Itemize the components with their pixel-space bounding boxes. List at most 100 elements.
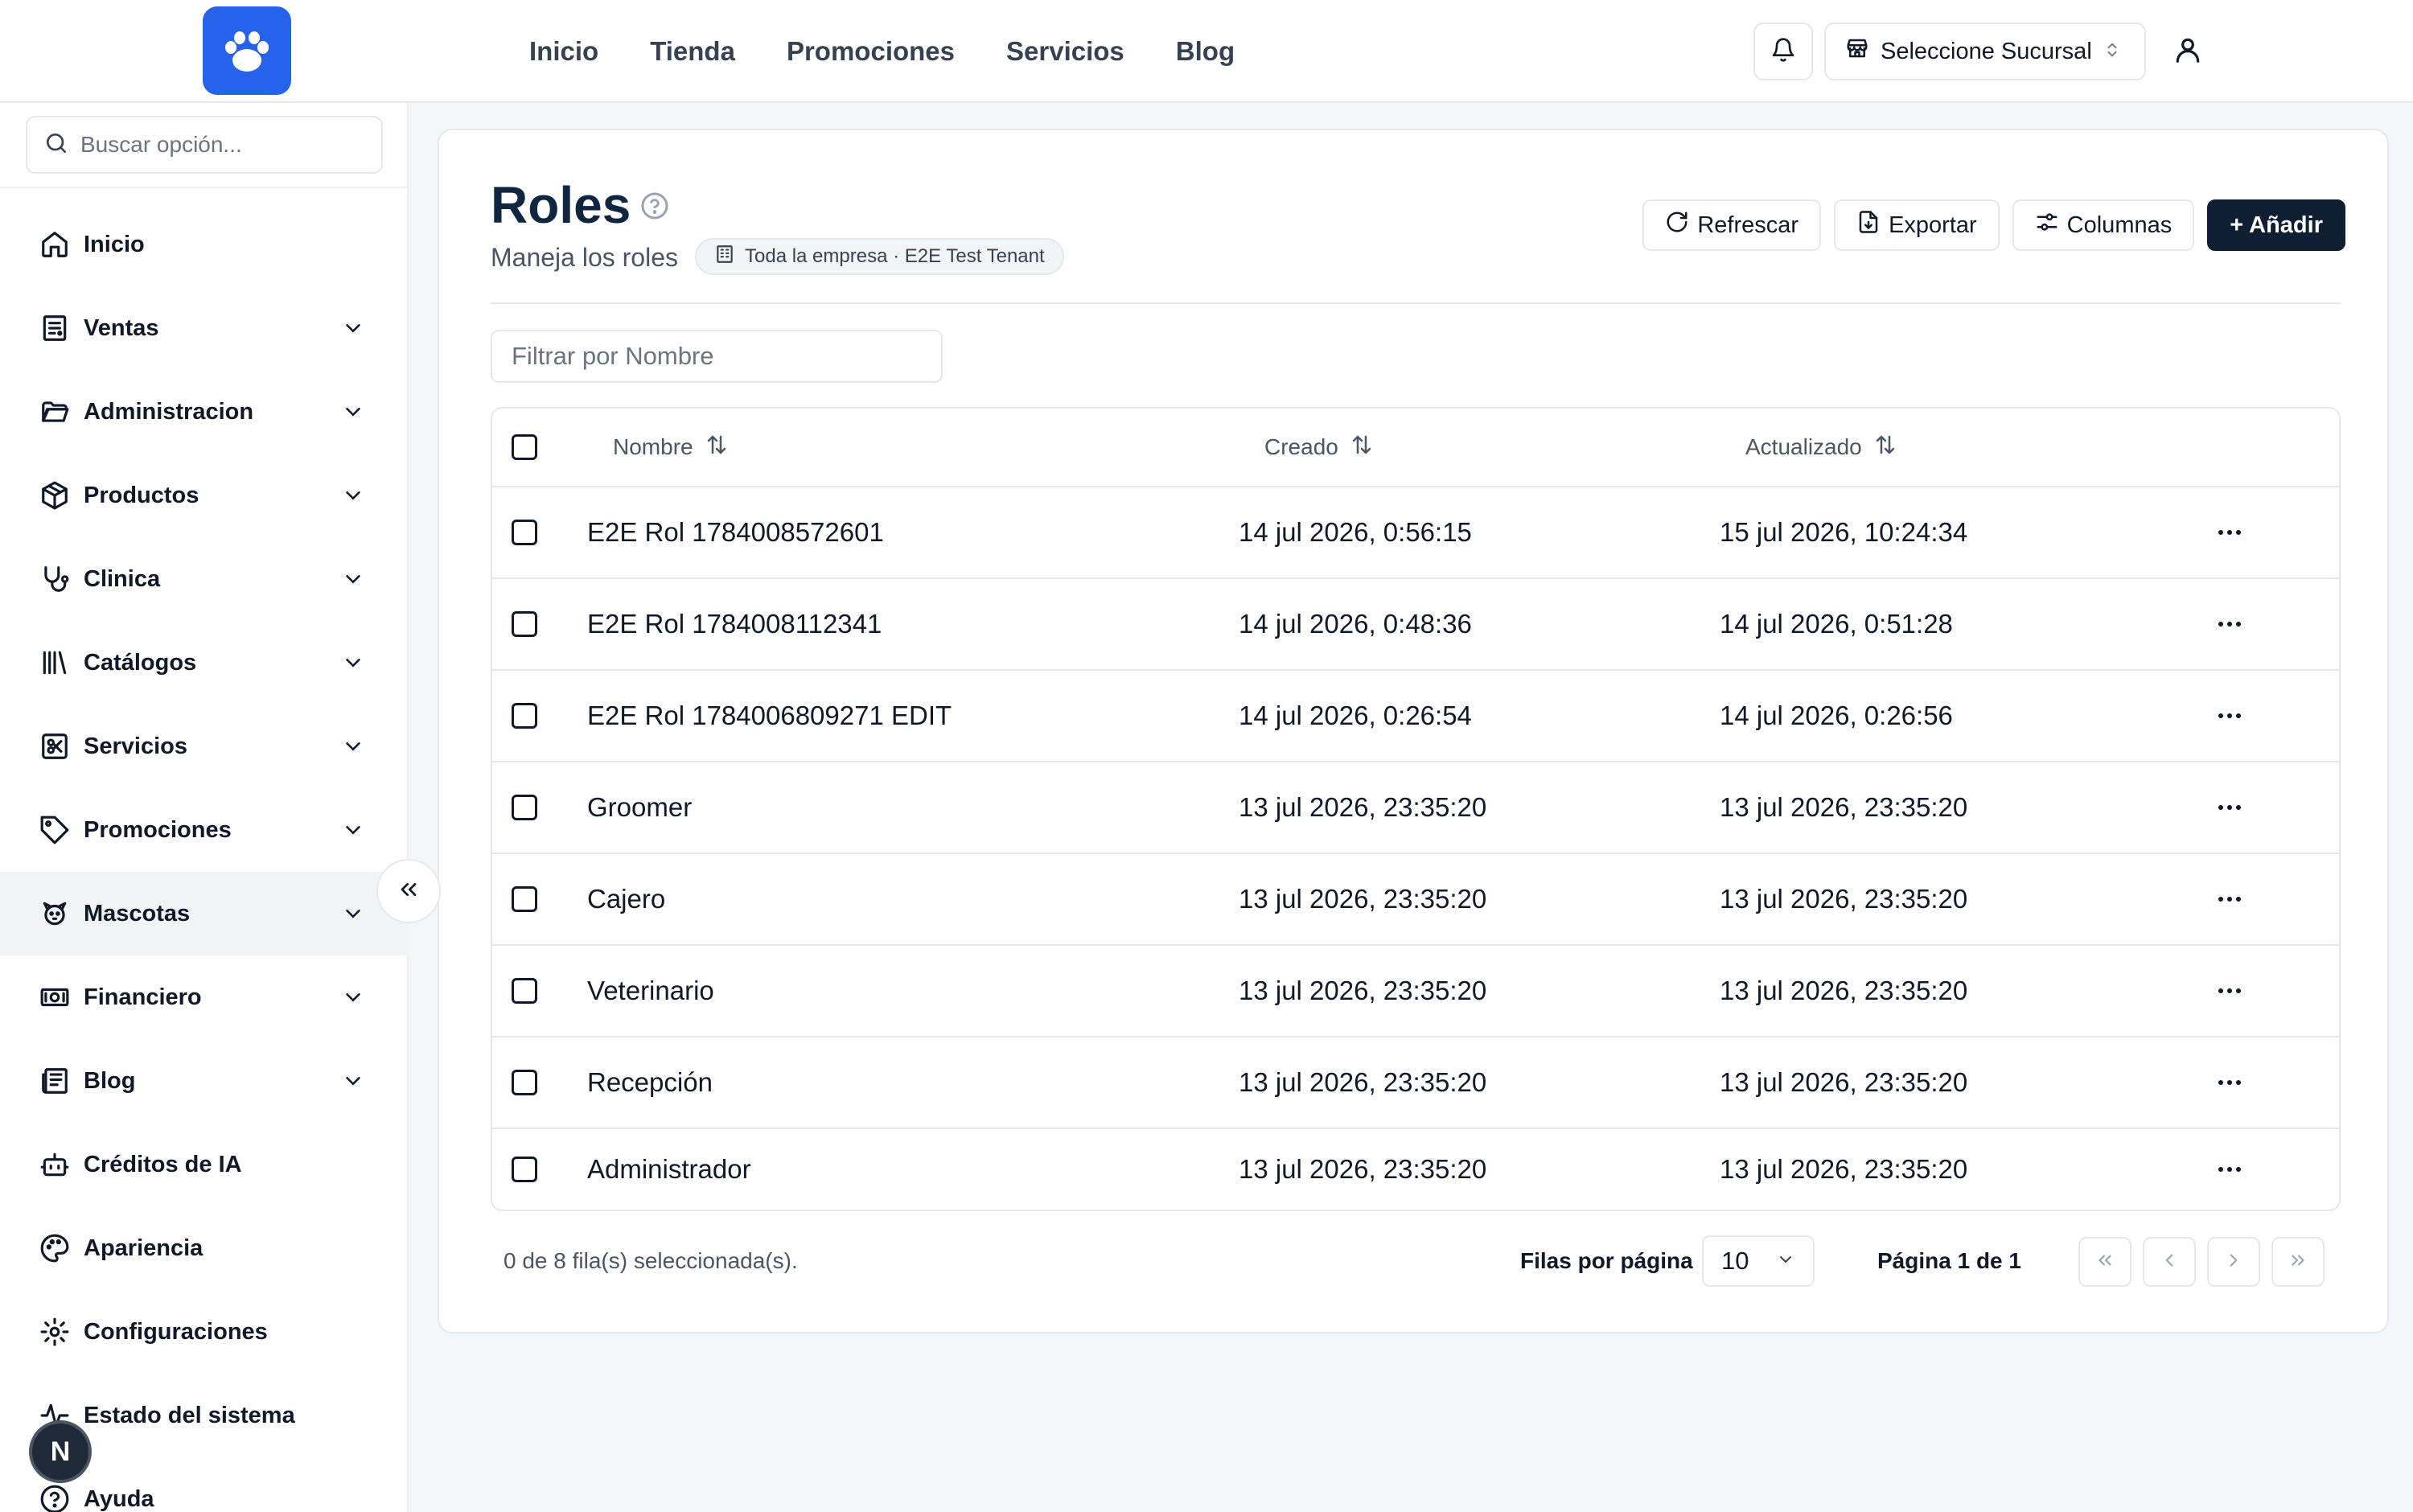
more-horizontal-icon[interactable] xyxy=(2205,608,2254,640)
table-row[interactable]: Groomer 13 jul 2026, 23:35:20 13 jul 2026,… xyxy=(492,762,2339,854)
user-menu-button[interactable] xyxy=(2165,29,2210,74)
table-row[interactable]: E2E Rol 1784008572601 14 jul 2026, 0:56:1… xyxy=(492,487,2339,579)
roles-card: Roles Maneja los roles Toda la empresa ·… xyxy=(438,129,2389,1333)
row-checkbox[interactable] xyxy=(512,611,537,637)
column-header-nombre[interactable]: Nombre xyxy=(613,433,729,462)
table-row[interactable]: Cajero 13 jul 2026, 23:35:20 13 jul 2026, … xyxy=(492,854,2339,946)
sidebar-item-administracion[interactable]: Administracion xyxy=(0,370,409,454)
top-nav-promociones[interactable]: Promociones xyxy=(787,36,955,67)
rows-per-page-select[interactable]: 10 xyxy=(1702,1235,1815,1287)
chevron-left-icon xyxy=(2159,1250,2180,1275)
sort-arrows-icon xyxy=(1350,433,1374,462)
sidebar-item-label: Productos xyxy=(84,482,199,508)
more-horizontal-icon[interactable] xyxy=(2205,700,2254,732)
last-page-button[interactable] xyxy=(2271,1237,2325,1287)
refresh-button[interactable]: Refrescar xyxy=(1642,199,1822,251)
column-header-creado[interactable]: Creado xyxy=(1264,433,1374,462)
more-horizontal-icon[interactable] xyxy=(2205,883,2254,915)
sidebar-item-label: Mascotas xyxy=(84,900,191,927)
table-row[interactable]: E2E Rol 1784008112341 14 jul 2026, 0:48:3… xyxy=(492,579,2339,671)
table-row[interactable]: E2E Rol 1784006809271 EDIT 14 jul 2026, 0… xyxy=(492,671,2339,762)
sidebar-item-label: Administracion xyxy=(84,398,254,425)
chevron-down-icon xyxy=(339,984,367,1011)
sidebar-item-label: Ventas xyxy=(84,314,159,341)
table-row[interactable]: Administrador 13 jul 2026, 23:35:20 13 jul… xyxy=(492,1129,2339,1210)
add-button[interactable]: + Añadir xyxy=(2207,199,2345,251)
cell-creado: 14 jul 2026, 0:56:15 xyxy=(1239,517,1472,547)
columns-button[interactable]: Columnas xyxy=(2012,199,2195,251)
sidebar-item-financiero[interactable]: Financiero xyxy=(0,955,409,1039)
row-checkbox[interactable] xyxy=(512,520,537,545)
help-circle-icon[interactable] xyxy=(640,191,669,220)
branch-selector[interactable]: Seleccione Sucursal xyxy=(1824,23,2146,80)
rows-per-page-value: 10 xyxy=(1721,1247,1749,1275)
tag-icon xyxy=(37,812,72,848)
row-checkbox[interactable] xyxy=(512,1070,537,1095)
chevrons-left-icon xyxy=(2094,1250,2115,1275)
row-checkbox[interactable] xyxy=(512,978,537,1004)
collapse-sidebar-button[interactable] xyxy=(376,859,441,923)
name-filter-input[interactable] xyxy=(491,330,943,383)
sidebar-item-clinica[interactable]: Clinica xyxy=(0,537,409,621)
store-icon xyxy=(1845,36,1869,67)
sidebar-item-inicio[interactable]: Inicio xyxy=(0,203,409,286)
column-header-label: Actualizado xyxy=(1745,434,1862,459)
chevrons-left-icon xyxy=(396,877,421,906)
sidebar-item-label: Configuraciones xyxy=(84,1318,268,1345)
sidebar-item-apariencia[interactable]: Apariencia xyxy=(0,1206,409,1290)
more-horizontal-icon[interactable] xyxy=(2205,1066,2254,1099)
search-icon xyxy=(43,130,69,160)
top-nav-blog[interactable]: Blog xyxy=(1176,36,1235,67)
next-page-button[interactable] xyxy=(2207,1237,2260,1287)
sidebar-item-label: Apariencia xyxy=(84,1235,203,1261)
sidebar-item-catalogos[interactable]: Catálogos xyxy=(0,621,409,705)
chevron-down-icon xyxy=(1776,1247,1795,1276)
chevron-down-icon xyxy=(339,398,367,425)
row-checkbox[interactable] xyxy=(512,703,537,729)
chevron-down-icon xyxy=(339,482,367,509)
select-all-checkbox[interactable] xyxy=(512,434,537,460)
more-horizontal-icon[interactable] xyxy=(2205,1153,2254,1185)
help-circle-icon xyxy=(37,1481,72,1512)
sidebar-search-input[interactable] xyxy=(80,132,370,158)
sidebar-item-mascotas[interactable]: Mascotas xyxy=(0,872,409,955)
sidebar-item-label: Inicio xyxy=(84,231,145,257)
chevrons-up-down-icon xyxy=(2103,39,2121,65)
table-row[interactable]: Veterinario 13 jul 2026, 23:35:20 13 jul 2… xyxy=(492,946,2339,1037)
column-header-label: Nombre xyxy=(613,434,693,459)
dev-tools-badge[interactable]: N xyxy=(29,1420,92,1483)
export-button[interactable]: Exportar xyxy=(1834,199,2000,251)
row-checkbox[interactable] xyxy=(512,1157,537,1182)
first-page-button[interactable] xyxy=(2078,1237,2131,1287)
top-nav-tienda[interactable]: Tienda xyxy=(650,36,735,67)
sidebar-item-creditos-ia[interactable]: Créditos de IA xyxy=(0,1123,409,1206)
sidebar-item-configuraciones[interactable]: Configuraciones xyxy=(0,1290,409,1374)
sidebar-item-productos[interactable]: Productos xyxy=(0,454,409,537)
column-header-label: Creado xyxy=(1264,434,1338,459)
cell-nombre: E2E Rol 1784006809271 EDIT xyxy=(587,701,952,730)
cell-actualizado: 15 jul 2026, 10:24:34 xyxy=(1720,517,1968,547)
cell-nombre: E2E Rol 1784008572601 xyxy=(587,517,884,547)
cell-actualizado: 14 jul 2026, 0:51:28 xyxy=(1720,609,1953,639)
page-title: Roles xyxy=(491,176,631,234)
top-nav-inicio[interactable]: Inicio xyxy=(529,36,598,67)
table-row[interactable]: Recepción 13 jul 2026, 23:35:20 13 jul 202… xyxy=(492,1037,2339,1129)
more-horizontal-icon[interactable] xyxy=(2205,975,2254,1007)
row-checkbox[interactable] xyxy=(512,795,537,820)
paw-logo-icon[interactable] xyxy=(203,6,291,95)
sidebar-item-ventas[interactable]: Ventas xyxy=(0,286,409,370)
sidebar-item-promociones[interactable]: Promociones xyxy=(0,788,409,872)
previous-page-button[interactable] xyxy=(2143,1237,2196,1287)
table-body: E2E Rol 1784008572601 14 jul 2026, 0:56:1… xyxy=(492,487,2339,1210)
notifications-button[interactable] xyxy=(1753,23,1813,80)
column-header-actualizado[interactable]: Actualizado xyxy=(1745,433,1897,462)
cell-nombre: Veterinario xyxy=(587,976,714,1005)
refresh-button-label: Refrescar xyxy=(1697,212,1799,238)
row-checkbox[interactable] xyxy=(512,886,537,912)
more-horizontal-icon[interactable] xyxy=(2205,791,2254,824)
sidebar-item-blog[interactable]: Blog xyxy=(0,1039,409,1123)
sort-arrows-icon xyxy=(705,433,729,462)
top-nav-servicios[interactable]: Servicios xyxy=(1006,36,1124,67)
more-horizontal-icon[interactable] xyxy=(2205,516,2254,549)
sidebar-item-servicios[interactable]: Servicios xyxy=(0,705,409,788)
